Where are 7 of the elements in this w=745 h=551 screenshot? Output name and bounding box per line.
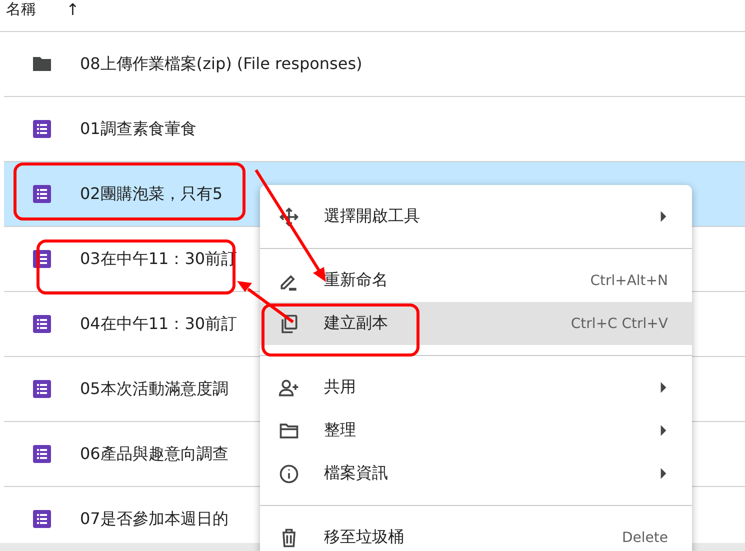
file-name: 04在中午11：30前訂 <box>80 314 238 334</box>
file-name: 06產品與趣意向調查 <box>80 444 228 464</box>
file-name: 05本次活動滿意度調 <box>80 378 228 400</box>
file-name: 02團購泡菜，只有5 <box>80 184 223 204</box>
file-name: 01調查素食葷食 <box>80 118 196 140</box>
file-name: 08上傳作業檔案(zip) (File responses) <box>80 54 362 74</box>
file-name: 07是否參加本週日的 <box>80 508 228 530</box>
